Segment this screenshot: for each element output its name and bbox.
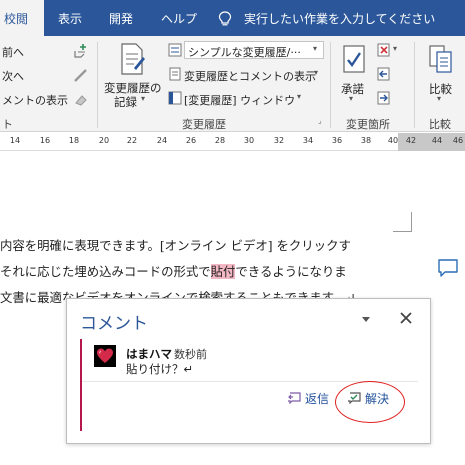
tab-help[interactable]: ヘルプ (161, 0, 201, 36)
comment-timestamp: 数秒前 (174, 348, 207, 361)
document-text: できるようになりま (235, 264, 347, 279)
reviewing-pane-dropdown-arrow[interactable]: ▾ (297, 92, 301, 101)
next-change-icon[interactable] (377, 91, 391, 105)
ruler-tick: 18 (68, 136, 80, 145)
tab-view[interactable]: 表示 (58, 0, 92, 36)
ruler-tick: 28 (214, 136, 226, 145)
ink-pen-icon[interactable] (72, 66, 90, 84)
ribbon: 前へ 次へ メントの表示 ト 変更履歴の 記録 ▾ シンプルな変更履歴/··· … (0, 36, 465, 132)
dialog-launcher-icon[interactable]: ⌟ (318, 116, 322, 125)
ruler-tick: 14 (9, 136, 21, 145)
group-separator (414, 42, 415, 128)
comment-author: はまハマ (126, 347, 172, 361)
tell-me-search[interactable]: 実行したい作業を入力してください (244, 0, 435, 38)
ruler-tick: 34 (302, 136, 314, 145)
group-label-tracking: 変更履歴 (182, 118, 226, 131)
lightbulb-icon[interactable] (218, 11, 232, 27)
ruler-tick: 38 (360, 136, 372, 145)
tab-developer[interactable]: 開発 (109, 0, 143, 36)
ruler-tick: 42 (405, 136, 417, 145)
pane-options-chevron-icon[interactable] (362, 317, 370, 322)
ruler-tick: 26 (185, 136, 197, 145)
ruler-tick: 40 (387, 136, 399, 145)
horizontal-ruler[interactable]: 14 16 18 20 22 24 26 28 30 32 34 36 38 4… (0, 133, 465, 151)
ribbon-tab-bar: 校閲 表示 開発 ヘルプ 実行したい作業を入力してください (0, 0, 465, 36)
ruler-tick: 16 (39, 136, 51, 145)
chevron-down-icon: ▾ (313, 44, 318, 53)
reply-icon[interactable] (287, 392, 301, 404)
close-icon[interactable] (399, 311, 413, 325)
previous-change-icon[interactable] (377, 67, 391, 81)
page-margin-corner (393, 231, 412, 232)
page-margin-corner (411, 212, 412, 232)
reviewing-pane-button[interactable]: [変更履歴] ウィンドウ (184, 92, 295, 108)
ruler-tick: 30 (243, 136, 255, 145)
ruler-tick: 20 (98, 136, 110, 145)
commented-text-highlight[interactable]: 貼付 (210, 264, 236, 279)
compare-icon[interactable] (428, 44, 454, 74)
ruler-tick: 46 (452, 136, 464, 145)
show-markup-icon (169, 67, 181, 81)
show-markup-button[interactable]: 変更履歴とコメントの表示 (184, 68, 316, 84)
group-separator (330, 42, 331, 128)
group-separator (97, 42, 98, 128)
document-text: それに応じた埋め込みコードの形式で (0, 264, 211, 279)
reject-dropdown-arrow[interactable]: ▾ (393, 44, 397, 53)
document-text-line[interactable]: それに応じた埋め込みコードの形式で貼付できるようになりま (0, 262, 347, 280)
group-label-changes: 変更箇所 (346, 118, 390, 131)
ruler-tick: 44 (431, 136, 443, 145)
ruler-tick: 22 (126, 136, 138, 145)
group-label-compare: 比較 (429, 118, 451, 131)
track-changes-icon[interactable] (118, 42, 146, 76)
show-markup-dropdown-arrow[interactable]: ▾ (314, 68, 318, 77)
comment-body[interactable]: 貼り付け？↵ (126, 361, 193, 377)
next-comment-button[interactable]: 次へ (2, 68, 24, 84)
reject-icon[interactable] (377, 43, 391, 57)
accept-dropdown-arrow[interactable]: ▾ (349, 94, 353, 103)
avatar (94, 345, 116, 367)
display-for-review-icon (168, 43, 182, 57)
ruler-tick: 24 (156, 136, 168, 145)
new-comment-icon[interactable] (72, 42, 90, 60)
previous-comment-button[interactable]: 前へ (2, 44, 24, 60)
display-for-review-select[interactable]: シンプルな変更履歴/··· ▾ (184, 41, 324, 59)
ruler-tick: 36 (331, 136, 343, 145)
accept-icon[interactable] (342, 44, 366, 74)
group-label-comments: ト (2, 118, 13, 131)
tab-review[interactable]: 校閲 (0, 0, 44, 36)
reply-button[interactable]: 返信 (305, 390, 329, 407)
compare-dropdown-arrow[interactable]: ▾ (437, 94, 441, 103)
display-for-review-value: シンプルな変更履歴/··· (188, 46, 301, 59)
ruler-tick: 32 (273, 136, 285, 145)
document-text-line[interactable]: 内容を明確に表現できます。[オンライン ビデオ] をクリックす (0, 236, 351, 254)
eraser-icon[interactable] (72, 90, 90, 108)
show-comments-button[interactable]: メントの表示 (2, 92, 68, 108)
comment-pane-title: コメント (80, 314, 148, 334)
comment-balloon-icon[interactable] (437, 258, 459, 278)
track-changes-dropdown-arrow[interactable]: ▾ (141, 94, 145, 103)
track-changes-label-2[interactable]: 記録 (114, 94, 137, 110)
reviewing-pane-icon (168, 91, 182, 105)
annotation-circle (335, 381, 405, 423)
